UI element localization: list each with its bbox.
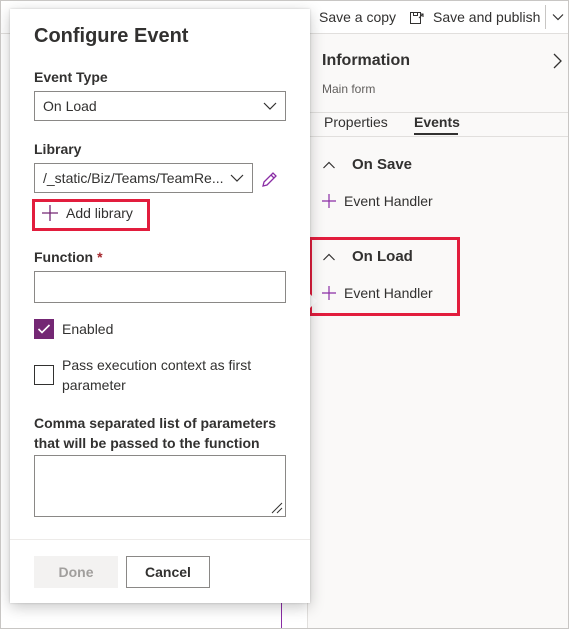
panel-divider <box>308 112 568 113</box>
on-load-highlight <box>309 237 460 316</box>
resize-grip-icon[interactable] <box>269 500 283 514</box>
parameters-textarea[interactable] <box>34 455 286 517</box>
chevron-down-icon <box>230 174 244 182</box>
plus-icon <box>42 205 58 221</box>
library-dropdown[interactable]: /_static/Biz/Teams/TeamRe... <box>34 163 253 193</box>
save-and-publish-label: Save and publish <box>433 9 541 25</box>
enabled-checkbox-box[interactable] <box>34 319 54 339</box>
edit-library-button[interactable] <box>259 170 279 190</box>
add-library-button[interactable]: Add library <box>42 205 133 221</box>
section-on-save-title: On Save <box>352 156 413 173</box>
done-button[interactable]: Done <box>34 556 118 588</box>
required-marker: * <box>97 249 103 265</box>
enabled-label: Enabled <box>62 321 114 337</box>
collapse-panel-button[interactable] <box>549 52 565 70</box>
function-label: Function * <box>34 249 103 265</box>
library-value: /_static/Biz/Teams/TeamRe... <box>43 170 224 186</box>
on-save-handler-label: Event Handler <box>344 193 433 209</box>
app-window: Save a copy Save and publish Information… <box>0 0 569 629</box>
panel-title: Information <box>322 52 410 69</box>
enabled-checkbox[interactable]: Enabled <box>34 319 113 339</box>
cancel-button[interactable]: Cancel <box>126 556 210 588</box>
active-tab-indicator <box>414 133 458 135</box>
save-publish-icon <box>409 9 425 25</box>
event-type-label: Event Type <box>34 69 108 85</box>
pass-context-label: Pass execution context as first paramete… <box>62 357 252 393</box>
event-type-value: On Load <box>43 98 97 114</box>
chevron-down-icon <box>552 14 564 21</box>
properties-panel: Information Main form Properties Events … <box>307 34 568 628</box>
save-options-dropdown[interactable] <box>547 1 568 33</box>
panel-subtitle: Main form <box>322 82 376 96</box>
function-input[interactable] <box>34 271 286 303</box>
dialog-pointer <box>310 294 317 308</box>
pencil-icon <box>262 172 277 187</box>
footer-divider <box>10 539 310 540</box>
parameters-label: Comma separated list of parameters that … <box>34 415 276 451</box>
pass-context-checkbox-box[interactable] <box>34 365 54 385</box>
add-library-label: Add library <box>66 205 133 221</box>
tabs-divider <box>308 136 568 137</box>
configure-event-dialog: Configure Event Event Type On Load Libra… <box>10 9 310 603</box>
event-type-dropdown[interactable]: On Load <box>34 91 286 121</box>
checkmark-icon <box>37 324 51 334</box>
function-label-text: Function <box>34 249 94 265</box>
save-a-copy-button[interactable]: Save a copy <box>301 1 396 33</box>
chevron-down-icon <box>263 102 277 110</box>
save-and-publish-button[interactable]: Save and publish <box>409 1 540 33</box>
library-label: Library <box>34 141 82 157</box>
dialog-title: Configure Event <box>34 25 189 47</box>
tab-events[interactable]: Events <box>414 114 460 130</box>
tab-properties[interactable]: Properties <box>324 114 388 130</box>
pass-context-checkbox[interactable]: Pass execution context as first paramete… <box>34 355 274 395</box>
section-on-save-header[interactable]: On Save <box>322 156 412 173</box>
chevron-up-icon <box>323 161 335 168</box>
on-save-add-event-handler[interactable]: Event Handler <box>322 193 433 209</box>
save-a-copy-label: Save a copy <box>319 9 397 25</box>
toolbar-divider <box>545 5 546 29</box>
plus-icon <box>322 194 336 208</box>
chevron-right-icon <box>553 53 562 69</box>
